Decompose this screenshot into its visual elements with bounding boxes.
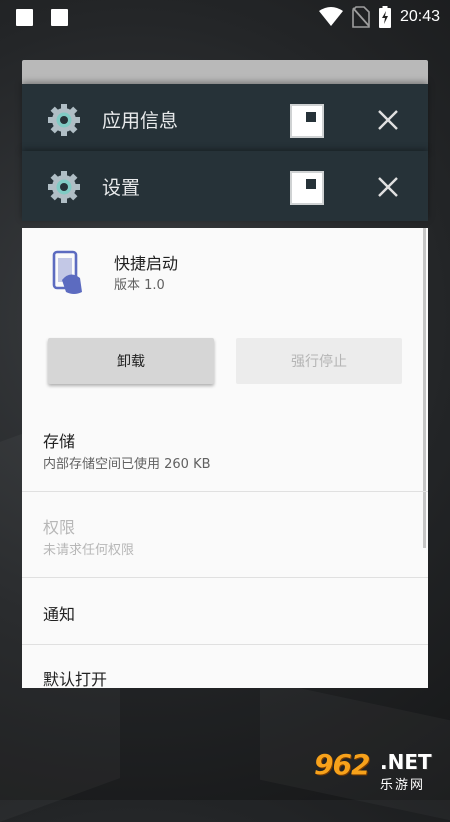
gear-icon	[48, 171, 80, 203]
app-icon	[52, 250, 82, 294]
notification-icon	[16, 9, 33, 26]
permissions-title: 权限	[43, 518, 76, 537]
wifi-icon	[318, 7, 343, 26]
storage-summary: 内部存储空间已使用 260 KB	[43, 457, 211, 472]
notifications-title: 通知	[43, 605, 76, 624]
pin-icon	[306, 179, 316, 189]
clock: 20:43	[399, 8, 440, 25]
pin-icon	[306, 112, 316, 122]
permissions-summary: 未请求任何权限	[43, 543, 135, 558]
storage-title: 存储	[43, 432, 76, 451]
open-by-default-row[interactable]: 默认打开	[22, 645, 428, 688]
divider	[22, 491, 428, 492]
permissions-row[interactable]: 权限 未请求任何权限	[22, 506, 428, 576]
force-stop-button[interactable]: 强行停止	[236, 338, 402, 384]
watermark-logo: 962 .NET 乐游网	[310, 748, 444, 794]
watermark-site: 乐游网	[380, 778, 426, 793]
status-bar: 20:43	[0, 0, 450, 36]
app-name: 快捷启动	[114, 254, 179, 273]
close-icon[interactable]	[376, 175, 400, 199]
battery-charging-icon	[378, 6, 391, 28]
watermark-number: 962	[314, 748, 370, 781]
recent-card-settings[interactable]: 设置	[22, 151, 428, 221]
storage-row[interactable]: 存储 内部存储空间已使用 260 KB	[22, 420, 428, 490]
uninstall-button[interactable]: 卸载	[48, 338, 214, 384]
recent-card-app-info[interactable]: 应用信息	[22, 84, 428, 154]
recent-card-title: 应用信息	[102, 109, 179, 132]
screen-pin-button[interactable]	[290, 104, 324, 138]
recent-card-background[interactable]	[22, 60, 428, 84]
screen-pin-button[interactable]	[290, 171, 324, 205]
app-version: 版本 1.0	[114, 278, 165, 293]
scrollbar[interactable]	[423, 228, 426, 548]
recent-card-title: 设置	[102, 176, 141, 199]
notification-icon	[51, 9, 68, 26]
notifications-row[interactable]: 通知	[22, 578, 428, 644]
watermark-suffix: .NET	[380, 750, 432, 774]
app-info-panel: 快捷启动 版本 1.0 卸载 强行停止 存储 内部存储空间已使用 260 KB …	[22, 228, 428, 688]
open-by-default-title: 默认打开	[43, 670, 108, 688]
close-icon[interactable]	[376, 108, 400, 132]
gear-icon	[48, 104, 80, 136]
no-sim-icon	[352, 6, 370, 28]
